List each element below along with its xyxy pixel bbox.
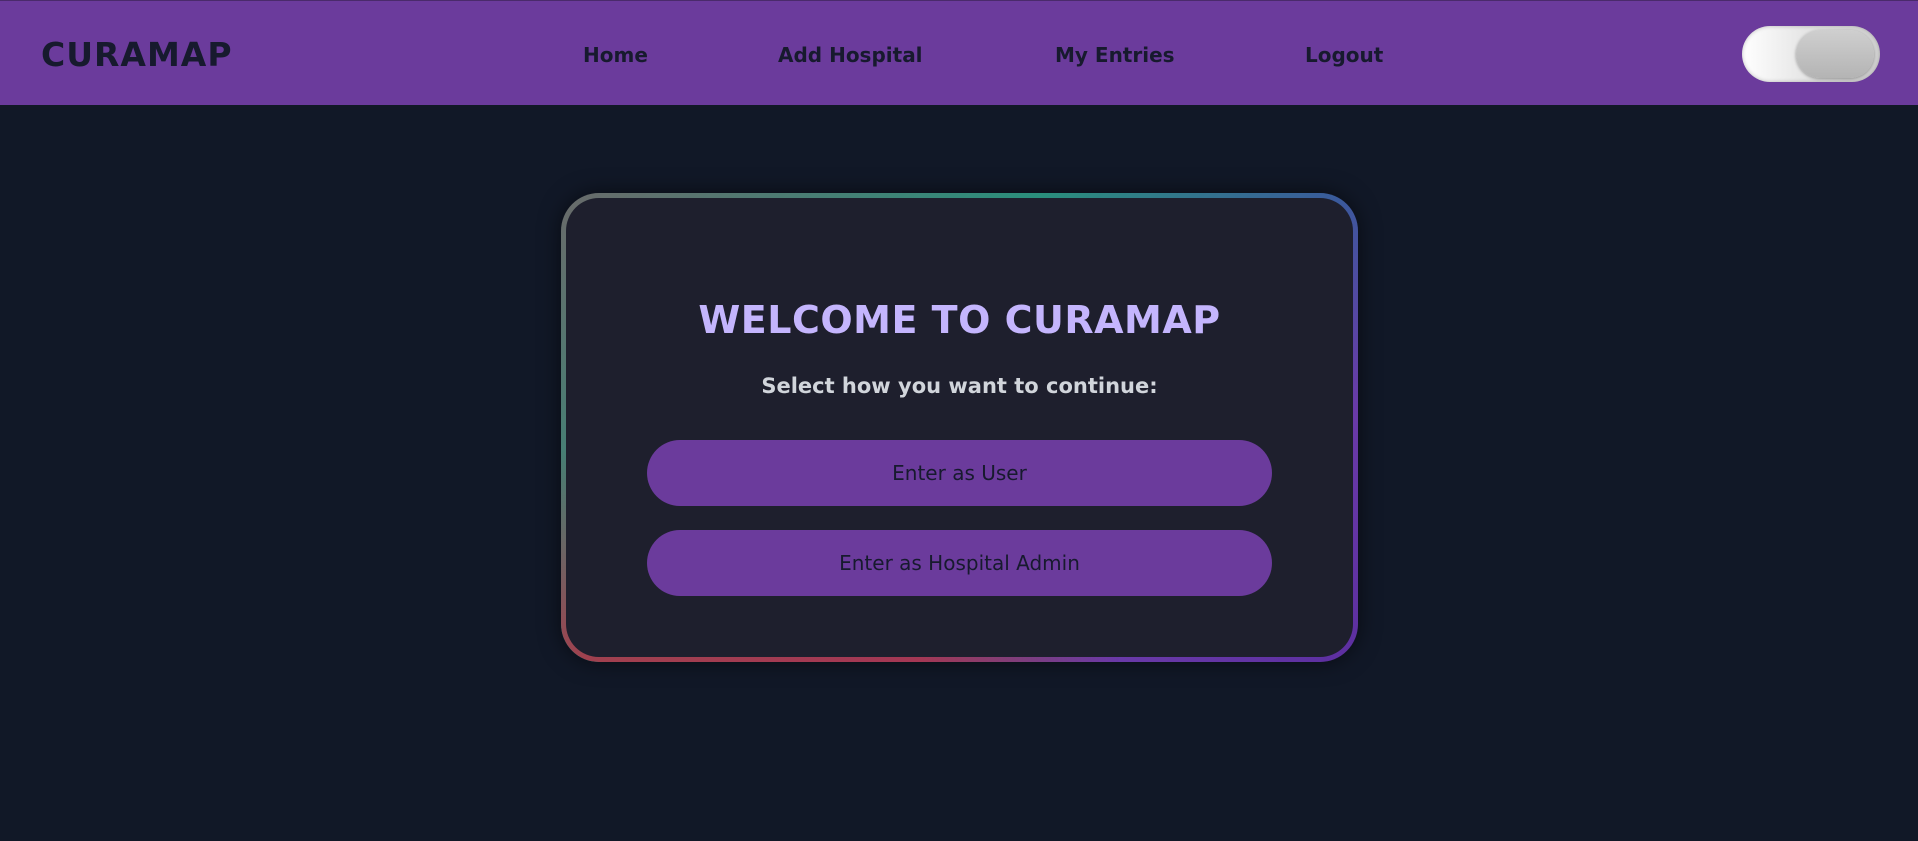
nav-logout-link[interactable]: Logout <box>1305 41 1383 69</box>
welcome-card: WELCOME TO CURAMAP Select how you want t… <box>566 198 1353 657</box>
nav-my-entries-link[interactable]: My Entries <box>1055 41 1175 69</box>
nav-home-link[interactable]: Home <box>583 41 648 69</box>
brand-logo[interactable]: CURAMAP <box>41 33 233 77</box>
enter-as-admin-button[interactable]: Enter as Hospital Admin <box>647 530 1272 596</box>
welcome-title: WELCOME TO CURAMAP <box>698 298 1221 342</box>
welcome-subtitle: Select how you want to continue: <box>761 374 1158 398</box>
toggle-knob-icon <box>1796 30 1874 78</box>
enter-as-user-button[interactable]: Enter as User <box>647 440 1272 506</box>
top-navbar: CURAMAP Home Add Hospital My Entries Log… <box>0 0 1918 105</box>
theme-toggle[interactable] <box>1742 26 1880 82</box>
welcome-card-frame: WELCOME TO CURAMAP Select how you want t… <box>561 193 1358 662</box>
nav-add-hospital-link[interactable]: Add Hospital <box>778 41 923 69</box>
